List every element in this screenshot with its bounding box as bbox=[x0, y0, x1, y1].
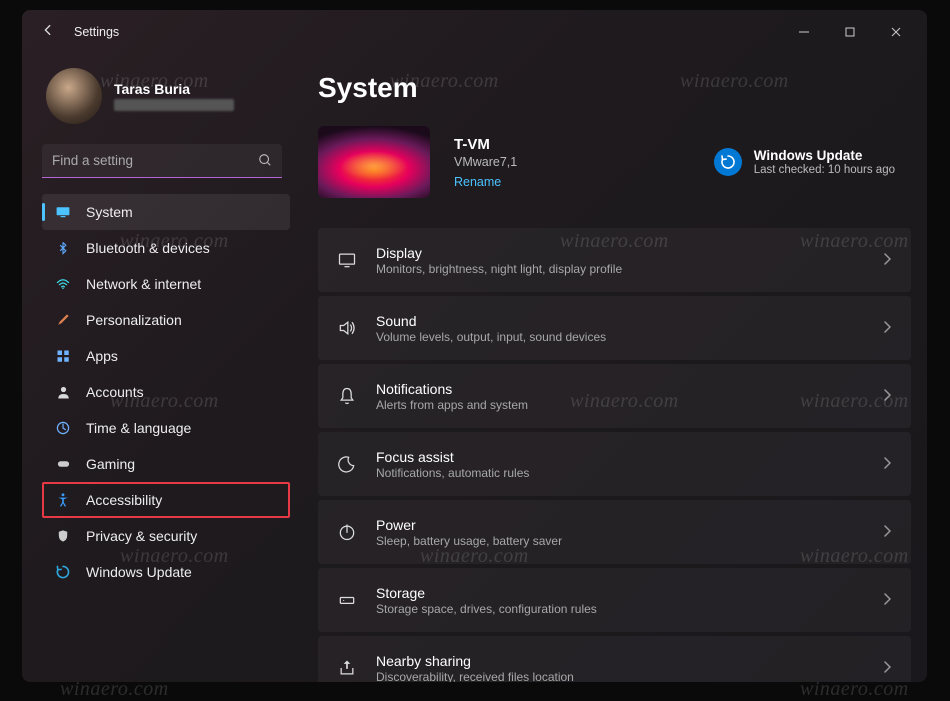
card-subtitle: Storage space, drives, configuration rul… bbox=[376, 602, 597, 616]
sidebar-item-label: System bbox=[86, 204, 133, 220]
device-info: T-VM VMware7,1 Rename bbox=[454, 136, 517, 189]
sound-icon bbox=[336, 318, 358, 338]
card-display[interactable]: Display Monitors, brightness, night ligh… bbox=[318, 228, 911, 292]
settings-cards: Display Monitors, brightness, night ligh… bbox=[318, 228, 915, 682]
person-icon bbox=[54, 383, 72, 401]
chevron-right-icon bbox=[883, 321, 891, 336]
sidebar-item-system[interactable]: System bbox=[42, 194, 290, 230]
card-title: Focus assist bbox=[376, 449, 529, 465]
page-heading: System bbox=[318, 72, 915, 104]
device-model: VMware7,1 bbox=[454, 155, 517, 169]
account-profile[interactable]: Taras Buria bbox=[42, 60, 290, 140]
rename-link[interactable]: Rename bbox=[454, 175, 517, 189]
chevron-right-icon bbox=[883, 525, 891, 540]
monitor-icon bbox=[336, 250, 358, 270]
sidebar-item-time-language[interactable]: Time & language bbox=[42, 410, 290, 446]
card-subtitle: Alerts from apps and system bbox=[376, 398, 528, 412]
sidebar-item-accessibility[interactable]: Accessibility bbox=[42, 482, 290, 518]
chevron-right-icon bbox=[883, 389, 891, 404]
chevron-right-icon bbox=[883, 253, 891, 268]
card-power[interactable]: Power Sleep, battery usage, battery save… bbox=[318, 500, 911, 564]
card-title: Sound bbox=[376, 313, 606, 329]
update-icon bbox=[54, 563, 72, 581]
storage-icon bbox=[336, 590, 358, 610]
apps-icon bbox=[54, 347, 72, 365]
chevron-right-icon bbox=[883, 661, 891, 676]
brush-icon bbox=[54, 311, 72, 329]
titlebar: Settings bbox=[22, 10, 927, 54]
card-notifications[interactable]: Notifications Alerts from apps and syste… bbox=[318, 364, 911, 428]
nav-list: System Bluetooth & devices Network & int… bbox=[42, 194, 290, 590]
display-icon bbox=[54, 203, 72, 221]
moon-icon bbox=[336, 454, 358, 474]
chevron-right-icon bbox=[883, 593, 891, 608]
sidebar-item-personalization[interactable]: Personalization bbox=[42, 302, 290, 338]
sidebar-item-label: Time & language bbox=[86, 420, 191, 436]
update-icon bbox=[714, 148, 742, 176]
sidebar-item-network-internet[interactable]: Network & internet bbox=[42, 266, 290, 302]
card-storage[interactable]: Storage Storage space, drives, configura… bbox=[318, 568, 911, 632]
card-subtitle: Discoverability, received files location bbox=[376, 670, 574, 683]
card-title: Power bbox=[376, 517, 562, 533]
avatar bbox=[46, 68, 102, 124]
sidebar-item-label: Personalization bbox=[86, 312, 182, 328]
sidebar: Taras Buria System Bluetooth & devices N… bbox=[22, 54, 298, 682]
card-subtitle: Monitors, brightness, night light, displ… bbox=[376, 262, 622, 276]
card-title: Storage bbox=[376, 585, 597, 601]
desktop-thumbnail bbox=[318, 126, 430, 198]
profile-email-redacted bbox=[114, 99, 234, 111]
gaming-icon bbox=[54, 455, 72, 473]
sidebar-item-label: Windows Update bbox=[86, 564, 192, 580]
card-nearby-sharing[interactable]: Nearby sharing Discoverability, received… bbox=[318, 636, 911, 682]
bluetooth-icon bbox=[54, 239, 72, 257]
shield-icon bbox=[54, 527, 72, 545]
sidebar-item-label: Accessibility bbox=[86, 492, 162, 508]
accessibility-icon bbox=[54, 491, 72, 509]
main-content: System T-VM VMware7,1 Rename Windows Upd… bbox=[298, 54, 927, 682]
sidebar-item-label: Network & internet bbox=[86, 276, 201, 292]
profile-name: Taras Buria bbox=[114, 81, 234, 97]
sidebar-item-gaming[interactable]: Gaming bbox=[42, 446, 290, 482]
sidebar-item-label: Apps bbox=[86, 348, 118, 364]
clock-globe-icon bbox=[54, 419, 72, 437]
sidebar-item-label: Accounts bbox=[86, 384, 144, 400]
update-subtitle: Last checked: 10 hours ago bbox=[754, 164, 895, 176]
sidebar-item-privacy-security[interactable]: Privacy & security bbox=[42, 518, 290, 554]
card-subtitle: Volume levels, output, input, sound devi… bbox=[376, 330, 606, 344]
close-button[interactable] bbox=[873, 16, 919, 48]
card-title: Display bbox=[376, 245, 622, 261]
maximize-button[interactable] bbox=[827, 16, 873, 48]
card-focus-assist[interactable]: Focus assist Notifications, automatic ru… bbox=[318, 432, 911, 496]
card-subtitle: Sleep, battery usage, battery saver bbox=[376, 534, 562, 548]
minimize-button[interactable] bbox=[781, 16, 827, 48]
chevron-right-icon bbox=[883, 457, 891, 472]
wifi-icon bbox=[54, 275, 72, 293]
search-input[interactable] bbox=[42, 144, 282, 178]
share-icon bbox=[336, 658, 358, 678]
sidebar-item-label: Privacy & security bbox=[86, 528, 197, 544]
sidebar-item-windows-update[interactable]: Windows Update bbox=[42, 554, 290, 590]
card-sound[interactable]: Sound Volume levels, output, input, soun… bbox=[318, 296, 911, 360]
card-subtitle: Notifications, automatic rules bbox=[376, 466, 529, 480]
sidebar-item-accounts[interactable]: Accounts bbox=[42, 374, 290, 410]
bell-icon bbox=[336, 386, 358, 406]
windows-update-tile[interactable]: Windows Update Last checked: 10 hours ag… bbox=[714, 148, 915, 176]
device-name: T-VM bbox=[454, 136, 517, 153]
card-title: Notifications bbox=[376, 381, 528, 397]
window-title: Settings bbox=[74, 25, 119, 39]
sidebar-item-label: Bluetooth & devices bbox=[86, 240, 210, 256]
sidebar-item-apps[interactable]: Apps bbox=[42, 338, 290, 374]
settings-window: Settings Taras Buria System bbox=[22, 10, 927, 682]
card-title: Nearby sharing bbox=[376, 653, 574, 669]
back-button[interactable] bbox=[38, 23, 58, 42]
power-icon bbox=[336, 522, 358, 542]
sidebar-item-label: Gaming bbox=[86, 456, 135, 472]
sidebar-item-bluetooth-devices[interactable]: Bluetooth & devices bbox=[42, 230, 290, 266]
update-title: Windows Update bbox=[754, 148, 895, 163]
